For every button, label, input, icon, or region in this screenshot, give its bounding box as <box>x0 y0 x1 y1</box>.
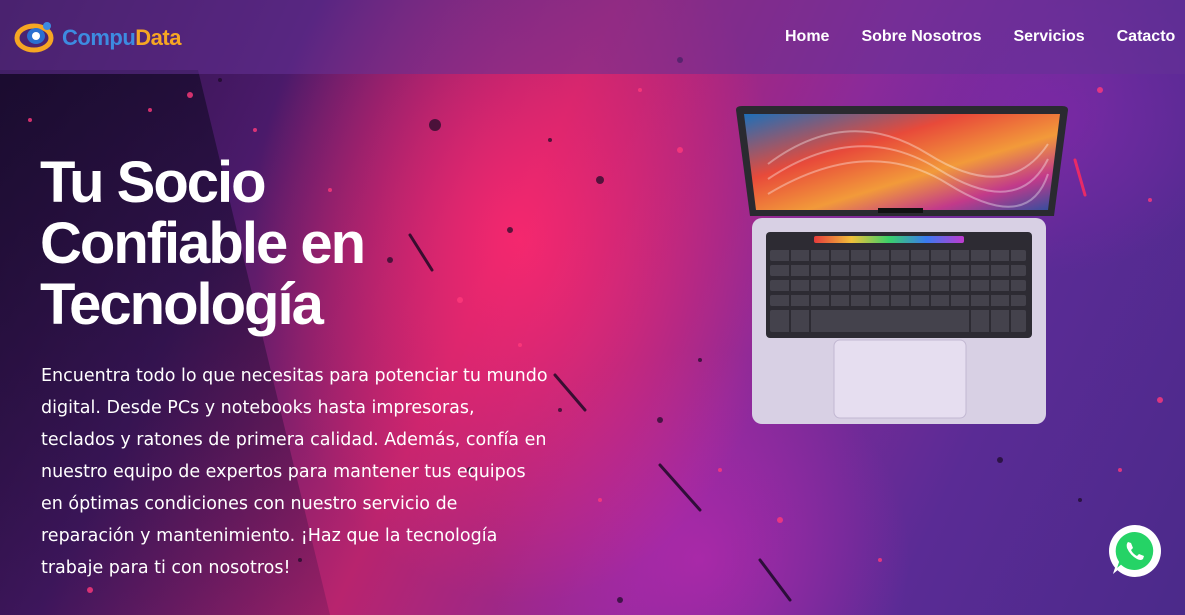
logo[interactable]: CompuData <box>14 18 181 54</box>
compudata-logo-icon <box>14 22 54 53</box>
hero-title: Tu Socio Confiable en Tecnología <box>40 150 366 337</box>
site-header: CompuData Home Sobre Nosotros Servicios … <box>0 0 1185 74</box>
whatsapp-icon[interactable] <box>1108 524 1162 578</box>
hero-description: Encuentra todo lo que necesitas para pot… <box>41 366 548 578</box>
logo-text-part2: Data <box>135 24 181 50</box>
main-nav: Home Sobre Nosotros Servicios Catacto <box>785 28 1185 46</box>
nav-servicios[interactable]: Servicios <box>1013 28 1084 46</box>
nav-home[interactable]: Home <box>785 28 829 46</box>
nav-sobre-nosotros[interactable]: Sobre Nosotros <box>861 28 981 46</box>
nav-contacto[interactable]: Catacto <box>1117 28 1176 46</box>
logo-text-part1: Compu <box>62 24 136 50</box>
laptop-image <box>736 106 1068 424</box>
logo-text: CompuData <box>62 25 181 51</box>
